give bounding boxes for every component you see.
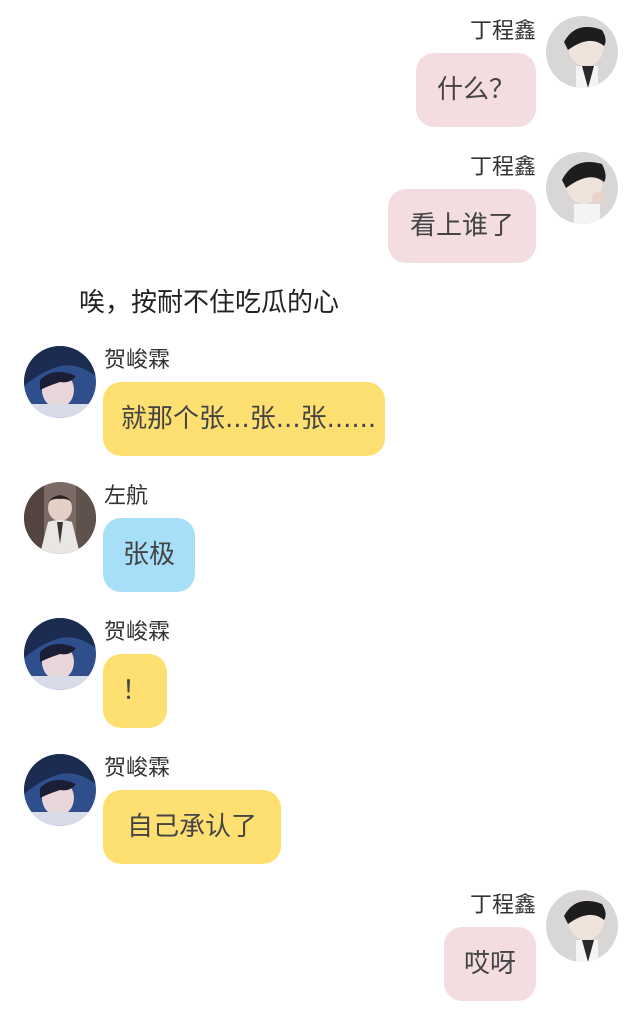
- avatar-ding-chengxin[interactable]: [546, 16, 618, 88]
- narration-text: 唉，按耐不住吃瓜的心: [79, 288, 340, 318]
- message-bubble[interactable]: 张极: [103, 518, 195, 592]
- message-bubble[interactable]: ！: [103, 654, 167, 728]
- avatar-he-junlin[interactable]: [24, 618, 96, 690]
- message-bubble[interactable]: 什么？: [416, 53, 536, 127]
- sender-name: 丁程鑫: [469, 893, 536, 918]
- message-bubble[interactable]: 就那个张...张...张......: [103, 382, 385, 456]
- avatar-ding-chengxin[interactable]: [546, 152, 618, 224]
- avatar-he-junlin[interactable]: [24, 346, 96, 418]
- sender-name: 丁程鑫: [469, 19, 536, 44]
- sender-name: 贺峻霖: [104, 348, 171, 373]
- chat-area: 丁程鑫 什么？ 丁程鑫 看上谁了 唉，按耐不住吃瓜的心 贺峻霖 就那个张...张…: [0, 0, 640, 1016]
- sender-name: 丁程鑫: [469, 155, 536, 180]
- sender-name: 左航: [104, 484, 149, 509]
- sender-name: 贺峻霖: [104, 756, 171, 781]
- avatar-he-junlin[interactable]: [24, 754, 96, 826]
- avatar-zuo-hang[interactable]: [24, 482, 96, 554]
- avatar-ding-chengxin[interactable]: [546, 890, 618, 962]
- message-bubble[interactable]: 看上谁了: [388, 189, 536, 263]
- message-bubble[interactable]: 自己承认了: [103, 790, 281, 864]
- sender-name: 贺峻霖: [104, 620, 171, 645]
- message-bubble[interactable]: 哎呀: [444, 927, 536, 1001]
